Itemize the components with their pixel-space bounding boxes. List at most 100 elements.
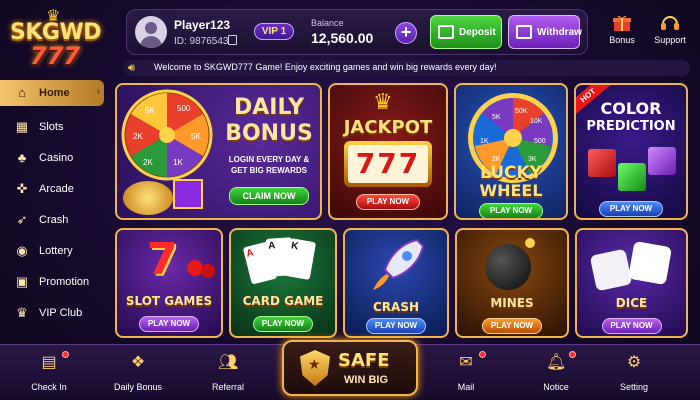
add-funds-button[interactable]: + — [395, 22, 417, 44]
sidebar-item-home[interactable]: ⌂ Home › — [0, 80, 104, 106]
card-game-card[interactable]: A A K CARD GAME PLAY NOW — [229, 228, 337, 338]
bonus-top-label: Bonus — [609, 35, 635, 45]
jackpot-card[interactable]: ♛ JACKPOT 777 PLAY NOW — [328, 83, 448, 220]
wheel-label: 10K — [530, 118, 543, 125]
copy-icon[interactable] — [228, 35, 237, 45]
bell-icon: 🔔︎ — [546, 354, 567, 371]
sidebar-item-lottery[interactable]: ◉ Lottery — [0, 238, 104, 264]
wheel-label: 1K — [480, 138, 489, 145]
card-game-play-button[interactable]: PLAY NOW — [253, 316, 313, 332]
nav-label: Notice — [543, 382, 569, 392]
withdraw-icon — [516, 25, 532, 39]
wheel-label: 2K — [133, 132, 143, 141]
sidebar-item-label: Promotion — [39, 276, 90, 288]
bonus-top-button[interactable]: Bonus — [603, 14, 641, 50]
slot-games-play-button[interactable]: PLAY NOW — [139, 316, 199, 332]
playing-card-icon: K — [283, 238, 317, 280]
spark-icon — [525, 238, 535, 248]
dice-title: DICE — [615, 296, 648, 310]
casino-icon: ♣ — [17, 150, 27, 165]
avatar[interactable] — [135, 16, 167, 48]
nav-mail[interactable]: ✉ Mail — [431, 345, 501, 400]
jackpot-play-button[interactable]: PLAY NOW — [356, 194, 420, 210]
green-cube-icon — [618, 163, 646, 191]
cherry-icon — [201, 264, 215, 278]
nav-label: Daily Bonus — [113, 382, 163, 392]
sidebar-item-casino[interactable]: ♣ Casino — [0, 145, 104, 171]
brand-logo: ♛ SKGWD 777 — [6, 6, 110, 70]
balance-amount: 12,560.00 — [311, 30, 374, 46]
claim-now-button[interactable]: CLAIM NOW — [229, 187, 309, 205]
lucky-wheel-play-button[interactable]: PLAY NOW — [479, 203, 543, 218]
slots-icon: ▦ — [15, 119, 29, 134]
star-icon: ★ — [308, 356, 321, 372]
nav-label: Referral — [211, 382, 244, 392]
crown-icon: ♛ — [373, 89, 393, 114]
wheel-label: 5K — [145, 106, 155, 115]
daily-bonus-title-2: BONUS — [225, 121, 313, 146]
nav-notice[interactable]: 🔔︎ Notice — [521, 345, 591, 400]
deposit-label: Deposit — [459, 27, 496, 38]
daily-bonus-card[interactable]: 500 5K 1K 2K 2K 5K DAILY BONUS LOGIN EVE… — [115, 83, 322, 220]
lucky-wheel-card[interactable]: 50K 5K 10K 500 3K 2K 1K LUCKY WHEEL PLAY… — [454, 83, 568, 220]
wheel-label: 3K — [528, 156, 537, 163]
wheel-label: 1K — [173, 158, 183, 167]
support-label: Support — [654, 35, 686, 45]
announcement-bar: 🔊︎ Welcome to SKGWD777 Game! Enjoy excit… — [124, 60, 690, 76]
sidebar-item-label: VIP Club — [39, 307, 83, 319]
gift-icon — [613, 15, 631, 31]
sidebar-item-vip-club[interactable]: ♛ VIP Club — [0, 300, 104, 326]
crash-card[interactable]: CRASH PLAY NOW — [343, 228, 449, 338]
sidebar-item-slots[interactable]: ▦ Slots — [0, 114, 104, 140]
sidebar-item-arcade[interactable]: ✜ Arcade — [0, 176, 104, 202]
sidebar-item-label: Home — [39, 87, 70, 99]
wheel-label: 2K — [492, 156, 501, 163]
calendar-icon: ▤ — [41, 354, 57, 371]
crash-play-button[interactable]: PLAY NOW — [366, 318, 426, 334]
color-prediction-play-button[interactable]: PLAY NOW — [599, 201, 663, 217]
mines-play-button[interactable]: PLAY NOW — [482, 318, 542, 334]
withdraw-button[interactable]: Withdraw — [508, 15, 582, 49]
sidebar-item-label: Crash — [39, 214, 69, 226]
vip-badge[interactable]: VIP 1 — [254, 23, 294, 40]
sidebar-item-label: Casino — [39, 152, 74, 164]
lucky-wheel-title-1: LUCKY — [480, 163, 542, 183]
vip-club-icon: ♛ — [16, 305, 28, 320]
slot-games-card[interactable]: 7 SLOT GAMES PLAY NOW — [115, 228, 223, 338]
rocket-icon — [373, 238, 425, 290]
color-prediction-card[interactable]: HOT COLOR PREDICTION PLAY NOW — [574, 83, 688, 220]
safe-label: SAFE — [338, 350, 390, 371]
nav-setting[interactable]: ⚙ Setting — [599, 345, 669, 400]
color-prediction-title-1: COLOR — [600, 99, 662, 118]
sidebar-item-crash[interactable]: ➶ Crash — [0, 207, 104, 233]
daily-bonus-desc-1: LOGIN EVERY DAY & — [228, 155, 310, 164]
coins-icon — [123, 181, 173, 215]
nav-referral[interactable]: 👥︎ Referral — [193, 345, 263, 400]
mines-card[interactable]: MINES PLAY NOW — [455, 228, 569, 338]
notification-dot — [62, 351, 69, 358]
notification-dot — [479, 351, 486, 358]
bomb-icon — [485, 244, 531, 290]
crash-title: CRASH — [372, 300, 420, 314]
jackpot-title: JACKPOT — [343, 117, 433, 138]
nav-label: Check In — [31, 382, 67, 392]
nav-daily-bonus[interactable]: ❖ Daily Bonus — [103, 345, 173, 400]
speaker-icon: 🔊︎ — [128, 62, 135, 74]
deposit-button[interactable]: Deposit — [430, 15, 502, 49]
gift-box-icon — [173, 179, 203, 209]
username: Player123 — [174, 18, 231, 32]
sidebar-item-promotion[interactable]: ▣ Promotion — [0, 269, 104, 295]
support-button[interactable]: Support — [649, 14, 691, 50]
wallet-icon — [438, 25, 454, 39]
dice-play-button[interactable]: PLAY NOW — [601, 318, 662, 334]
gift-icon: ❖ — [130, 354, 146, 371]
logo-text-bottom: 777 — [30, 42, 81, 70]
prize-wheel-icon: 500 5K 1K 2K 2K 5K — [121, 89, 213, 181]
nav-label: Mail — [457, 382, 475, 392]
purple-cube-icon — [648, 147, 676, 175]
lucky-seven-icon: 7 — [147, 234, 178, 285]
dice-card[interactable]: DICE PLAY NOW — [575, 228, 688, 338]
safe-win-big-button[interactable]: ★ SAFE WIN BIG — [282, 340, 418, 396]
nav-check-in[interactable]: ▤ Check In — [14, 345, 84, 400]
slot-games-title: SLOT GAMES — [125, 294, 213, 308]
